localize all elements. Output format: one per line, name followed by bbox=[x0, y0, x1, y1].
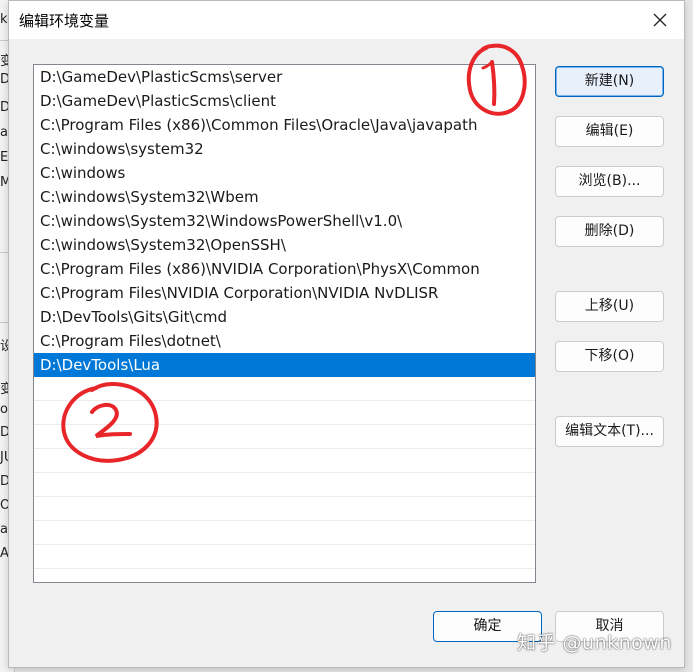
move-up-button[interactable]: 上移(U) bbox=[555, 291, 664, 322]
path-list-item[interactable]: D:\GameDev\PlasticScms\client bbox=[34, 89, 535, 113]
empty-list-row[interactable] bbox=[34, 497, 535, 521]
title-bar: 编辑环境变量 bbox=[9, 1, 684, 39]
empty-list-row[interactable] bbox=[34, 473, 535, 497]
empty-list-row[interactable] bbox=[34, 521, 535, 545]
edit-button[interactable]: 编辑(E) bbox=[555, 116, 664, 147]
path-list-item[interactable]: C:\windows\system32 bbox=[34, 137, 535, 161]
path-list-item[interactable]: C:\windows bbox=[34, 161, 535, 185]
path-list-item[interactable]: C:\Program Files (x86)\Common Files\Orac… bbox=[34, 113, 535, 137]
background-text-fragment: E bbox=[0, 150, 9, 165]
background-text-fragment: a bbox=[0, 522, 8, 537]
path-list-item[interactable]: C:\Program Files\NVIDIA Corporation\NVID… bbox=[34, 281, 535, 305]
path-list-item[interactable]: D:\GameDev\PlasticScms\server bbox=[34, 65, 535, 89]
path-list-item[interactable]: D:\DevTools\Lua bbox=[34, 353, 535, 377]
path-list-item[interactable]: C:\windows\System32\OpenSSH\ bbox=[34, 233, 535, 257]
watermark: 知乎 @unknown bbox=[517, 632, 672, 654]
empty-list-row[interactable] bbox=[34, 401, 535, 425]
path-list[interactable]: D:\GameDev\PlasticScms\server D:\GameDev\… bbox=[33, 64, 536, 583]
path-list-item[interactable]: C:\windows\System32\Wbem bbox=[34, 185, 535, 209]
new-button[interactable]: 新建(N) bbox=[555, 66, 664, 97]
background-text-fragment: a bbox=[0, 125, 8, 140]
dialog-title: 编辑环境变量 bbox=[19, 12, 110, 30]
empty-list-row[interactable] bbox=[34, 449, 535, 473]
empty-list-row[interactable] bbox=[34, 425, 535, 449]
close-button[interactable] bbox=[642, 5, 678, 35]
close-icon bbox=[653, 13, 667, 27]
browse-button[interactable]: 浏览(B)... bbox=[555, 166, 664, 197]
path-list-item[interactable]: C:\Program Files\dotnet\ bbox=[34, 329, 535, 353]
delete-button[interactable]: 删除(D) bbox=[555, 216, 664, 247]
path-list-item[interactable]: C:\Program Files (x86)\NVIDIA Corporatio… bbox=[34, 257, 535, 281]
path-list-item[interactable]: D:\DevTools\Gits\Git\cmd bbox=[34, 305, 535, 329]
empty-list-row[interactable] bbox=[34, 377, 535, 401]
path-list-item[interactable]: C:\windows\System32\WindowsPowerShell\v1… bbox=[34, 209, 535, 233]
empty-list-row[interactable] bbox=[34, 545, 535, 569]
move-down-button[interactable]: 下移(O) bbox=[555, 341, 664, 372]
edit-environment-variable-dialog: 编辑环境变量 D:\GameDev\PlasticScms\server D:\G… bbox=[8, 0, 685, 668]
edit-text-button[interactable]: 编辑文本(T)... bbox=[555, 416, 664, 447]
background-text-fragment: o bbox=[0, 402, 8, 417]
